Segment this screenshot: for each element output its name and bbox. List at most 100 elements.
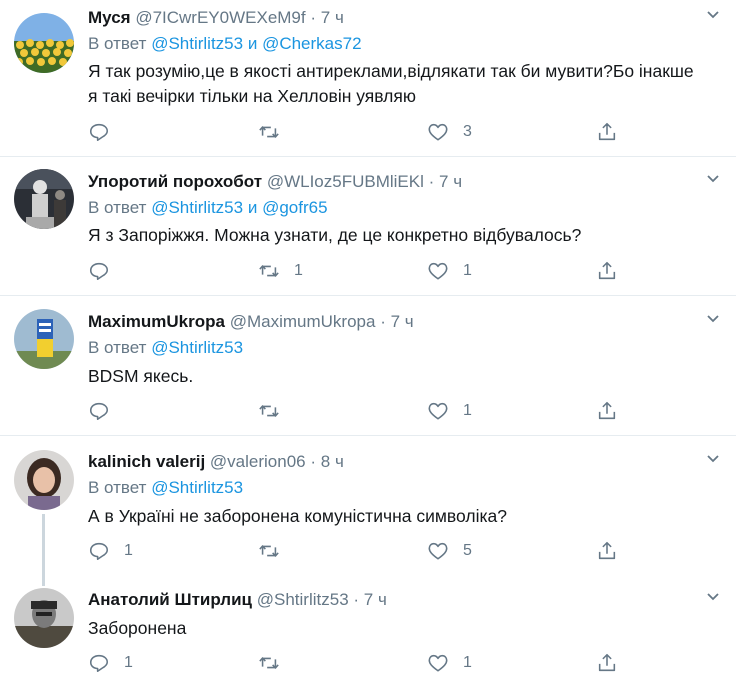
chevron-down-icon[interactable] xyxy=(706,312,720,326)
tweet-actions: 1 5 xyxy=(88,539,628,563)
like-button[interactable]: 1 xyxy=(427,651,472,675)
thread-line xyxy=(42,576,45,586)
tweet-header: kalinich valerij @valerion06 · 8 ч xyxy=(88,452,344,472)
chevron-down-icon[interactable] xyxy=(706,172,720,186)
share-icon xyxy=(598,122,616,141)
tweet-actions: 3 xyxy=(88,120,628,144)
share-button[interactable] xyxy=(596,259,618,283)
chevron-down-icon[interactable] xyxy=(706,8,720,22)
like-icon xyxy=(428,654,448,672)
display-name[interactable]: Муся xyxy=(88,8,131,27)
mention-conjunction[interactable]: и xyxy=(248,198,258,217)
handle[interactable]: @7ICwrEY0WEXeM9f xyxy=(135,8,305,27)
reply-button[interactable]: 1 xyxy=(88,651,133,675)
reply-button[interactable] xyxy=(88,399,124,423)
display-name[interactable]: MaximumUkropa xyxy=(88,312,225,331)
tweet[interactable]: kalinich valerij @valerion06 · 8 ч В отв… xyxy=(0,436,736,576)
handle[interactable]: @Shtirlitz53 xyxy=(257,590,349,609)
mention-link[interactable]: @Shtirlitz53 xyxy=(151,198,243,217)
handle[interactable]: @valerion06 xyxy=(210,452,306,471)
reply-prefix: В ответ xyxy=(88,34,147,53)
avatar[interactable] xyxy=(14,588,74,648)
reply-button[interactable] xyxy=(88,120,124,144)
timestamp[interactable]: 7 ч xyxy=(439,172,462,191)
like-icon xyxy=(428,402,448,420)
avatar[interactable] xyxy=(14,169,74,229)
tweet[interactable]: Муся @7ICwrEY0WEXeM9f · 7 ч В ответ @Sht… xyxy=(0,0,736,157)
reply-context: В ответ @Shtirlitz53 и @Cherkas72 xyxy=(88,34,362,54)
retweet-button[interactable] xyxy=(258,651,294,675)
display-name[interactable]: Анатолий Штирлиц xyxy=(88,590,252,609)
separator-dot: · xyxy=(353,590,360,609)
retweet-button[interactable] xyxy=(258,539,294,563)
share-icon xyxy=(598,401,616,420)
mention-link[interactable]: @Cherkas72 xyxy=(262,34,361,53)
tweet[interactable]: Анатолий Штирлиц @Shtirlitz53 · 7 ч Забо… xyxy=(0,576,736,699)
mention-link[interactable]: @Shtirlitz53 xyxy=(151,34,243,53)
retweet-button[interactable] xyxy=(258,120,294,144)
handle[interactable]: @WLIoz5FUBMliEKl xyxy=(267,172,424,191)
share-button[interactable] xyxy=(596,539,618,563)
reply-icon xyxy=(89,123,109,142)
tweet-text: Заборонена xyxy=(88,616,698,641)
reply-context: В ответ @Shtirlitz53 xyxy=(88,478,243,498)
timestamp[interactable]: 7 ч xyxy=(364,590,387,609)
reply-prefix: В ответ xyxy=(88,478,147,497)
mention-link[interactable]: @Shtirlitz53 xyxy=(151,478,243,497)
retweet-button[interactable]: 1 xyxy=(258,259,303,283)
like-icon xyxy=(428,123,448,141)
share-button[interactable] xyxy=(596,120,618,144)
retweet-icon xyxy=(259,265,279,277)
avatar[interactable] xyxy=(14,13,74,73)
tweet-text-line: Я так розумію,це в якості антиреклами,ві… xyxy=(88,61,694,81)
reply-context: В ответ @Shtirlitz53 и @gofr65 xyxy=(88,198,328,218)
like-count: 1 xyxy=(463,402,472,419)
tweet-actions: 1 xyxy=(88,399,628,423)
avatar[interactable] xyxy=(14,309,74,369)
reply-icon xyxy=(89,262,109,281)
reply-prefix: В ответ xyxy=(88,338,147,357)
reply-button[interactable]: 1 xyxy=(88,539,133,563)
timestamp[interactable]: 7 ч xyxy=(321,8,344,27)
display-name[interactable]: kalinich valerij xyxy=(88,452,205,471)
like-icon xyxy=(428,262,448,280)
reply-context: В ответ @Shtirlitz53 xyxy=(88,338,243,358)
share-icon xyxy=(598,653,616,672)
display-name[interactable]: Упоротий порохобот xyxy=(88,172,262,191)
timestamp[interactable]: 7 ч xyxy=(391,312,414,331)
share-icon xyxy=(598,541,616,560)
retweet-button[interactable] xyxy=(258,399,294,423)
tweet-header: Анатолий Штирлиц @Shtirlitz53 · 7 ч xyxy=(88,590,387,610)
reply-button[interactable] xyxy=(88,259,124,283)
tweet-actions: 1 1 xyxy=(88,259,628,283)
like-button[interactable]: 1 xyxy=(427,399,472,423)
reply-icon xyxy=(89,654,109,673)
like-button[interactable]: 1 xyxy=(427,259,472,283)
tweet[interactable]: Упоротий порохобот @WLIoz5FUBMliEKl · 7 … xyxy=(0,157,736,296)
like-button[interactable]: 3 xyxy=(427,120,472,144)
chevron-down-icon[interactable] xyxy=(706,452,720,466)
reply-icon xyxy=(89,402,109,421)
like-button[interactable]: 5 xyxy=(427,539,472,563)
reply-prefix: В ответ xyxy=(88,198,147,217)
mention-link[interactable]: @gofr65 xyxy=(262,198,327,217)
tweet-text: BDSM якесь. xyxy=(88,364,698,389)
reply-count: 1 xyxy=(124,654,133,671)
handle[interactable]: @MaximumUkropa xyxy=(230,312,376,331)
chevron-down-icon[interactable] xyxy=(706,590,720,604)
tweet-text: А в Україні не заборонена комуністична с… xyxy=(88,504,698,529)
separator-dot: · xyxy=(428,172,435,191)
retweet-icon xyxy=(259,126,279,138)
share-button[interactable] xyxy=(596,399,618,423)
share-button[interactable] xyxy=(596,651,618,675)
mention-conjunction[interactable]: и xyxy=(248,34,258,53)
mention-link[interactable]: @Shtirlitz53 xyxy=(151,338,243,357)
share-icon xyxy=(598,261,616,280)
tweet-text-line: А в Україні не заборонена комуністична с… xyxy=(88,506,507,526)
tweet[interactable]: MaximumUkropa @MaximumUkropa · 7 ч В отв… xyxy=(0,296,736,436)
timestamp[interactable]: 8 ч xyxy=(321,452,344,471)
tweet-actions: 1 1 xyxy=(88,651,628,675)
retweet-count: 1 xyxy=(294,262,303,279)
avatar[interactable] xyxy=(14,450,74,510)
tweet-text-line: я такі вечірки тільки на Хелловін уявляю xyxy=(88,86,416,106)
